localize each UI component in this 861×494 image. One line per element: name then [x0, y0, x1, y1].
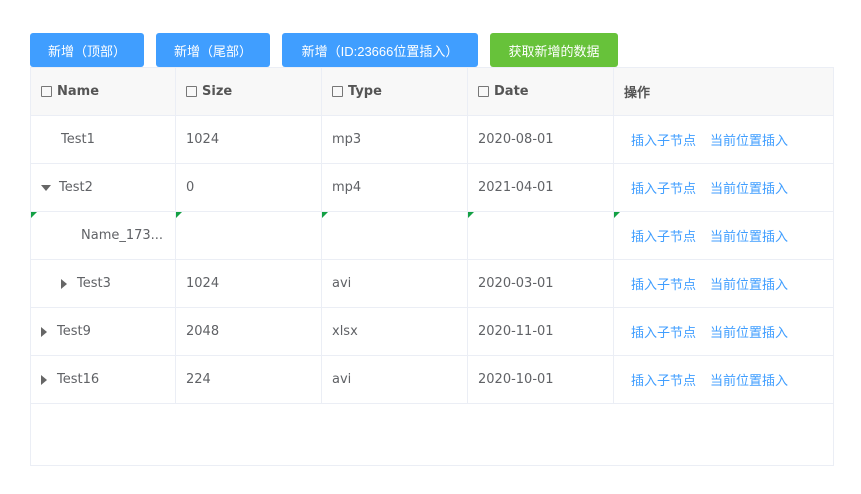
cell-size[interactable]: 0: [176, 164, 322, 211]
insert-child-link[interactable]: 插入子节点: [631, 226, 696, 245]
header-actions: 操作: [614, 68, 833, 115]
edit-icon: [478, 86, 489, 97]
cell-type[interactable]: avi: [322, 260, 468, 307]
edited-flag: [322, 212, 328, 218]
insert-here-link[interactable]: 当前位置插入: [710, 370, 788, 389]
type-text: avi: [332, 276, 352, 291]
cell-type[interactable]: xlsx: [322, 308, 468, 355]
caret-right-icon[interactable]: [41, 374, 47, 385]
insert-child-link[interactable]: 插入子节点: [631, 130, 696, 149]
table-row: Test3 1024 avi 2020-03-01 插入子节点 当前位置插入: [31, 260, 833, 308]
table-row: Test1 1024 mp3 2020-08-01 插入子节点 当前位置插入: [31, 116, 833, 164]
header-type: Type: [322, 68, 468, 115]
header-date: Date: [468, 68, 614, 115]
cell-date[interactable]: 2021-04-01: [468, 164, 614, 211]
cell-size[interactable]: 224: [176, 356, 322, 403]
name-text: Test2: [59, 180, 93, 195]
cell-actions: 插入子节点 当前位置插入: [614, 116, 833, 163]
cell-name[interactable]: Name_173...: [31, 212, 176, 259]
table-row: Test2 0 mp4 2021-04-01 插入子节点 当前位置插入: [31, 164, 833, 212]
insert-here-link[interactable]: 当前位置插入: [710, 130, 788, 149]
cell-name[interactable]: Test16: [31, 356, 176, 403]
date-text: 2020-10-01: [478, 372, 554, 387]
type-text: xlsx: [332, 324, 358, 339]
edit-icon: [41, 86, 52, 97]
cell-date[interactable]: 2020-11-01: [468, 308, 614, 355]
edited-flag: [614, 212, 620, 218]
add-at-position-button[interactable]: 新增（ID:23666位置插入）: [282, 33, 478, 67]
size-text: 224: [186, 372, 211, 387]
cell-size[interactable]: [176, 212, 322, 259]
name-text: Test1: [61, 132, 95, 147]
tree-table: Name Size Type Date 操作 Test1 1024 mp3 20…: [30, 67, 834, 466]
header-label: 操作: [624, 86, 651, 101]
type-text: mp4: [332, 180, 362, 195]
header-label: Type: [348, 84, 382, 99]
header-name: Name: [31, 68, 176, 115]
date-text: 2020-08-01: [478, 132, 554, 147]
caret-right-icon[interactable]: [41, 326, 47, 337]
insert-here-link[interactable]: 当前位置插入: [710, 178, 788, 197]
cell-actions: 插入子节点 当前位置插入: [614, 308, 833, 355]
edit-icon: [186, 86, 197, 97]
cell-name[interactable]: Test2: [31, 164, 176, 211]
cell-name[interactable]: Test1: [31, 116, 176, 163]
insert-here-link[interactable]: 当前位置插入: [710, 274, 788, 293]
insert-child-link[interactable]: 插入子节点: [631, 322, 696, 341]
edited-flag: [31, 212, 37, 218]
cell-date[interactable]: [468, 212, 614, 259]
cell-name[interactable]: Test3: [31, 260, 176, 307]
table-row: Test9 2048 xlsx 2020-11-01 插入子节点 当前位置插入: [31, 308, 833, 356]
date-text: 2020-11-01: [478, 324, 554, 339]
size-text: 2048: [186, 324, 220, 339]
cell-actions: 插入子节点 当前位置插入: [614, 212, 833, 259]
cell-date[interactable]: 2020-08-01: [468, 116, 614, 163]
cell-type[interactable]: avi: [322, 356, 468, 403]
name-text: Test9: [57, 324, 91, 339]
header-label: Date: [494, 84, 529, 99]
cell-actions: 插入子节点 当前位置插入: [614, 356, 833, 403]
cell-date[interactable]: 2020-03-01: [468, 260, 614, 307]
insert-here-link[interactable]: 当前位置插入: [710, 322, 788, 341]
insert-child-link[interactable]: 插入子节点: [631, 370, 696, 389]
cell-size[interactable]: 2048: [176, 308, 322, 355]
table-row: Name_173... 插入子节点 当前位置插入: [31, 212, 833, 260]
edited-flag: [176, 212, 182, 218]
name-text: Test16: [57, 372, 100, 387]
insert-here-link[interactable]: 当前位置插入: [710, 226, 788, 245]
size-text: 1024: [186, 132, 220, 147]
cell-type[interactable]: mp4: [322, 164, 468, 211]
add-bottom-button[interactable]: 新增（尾部）: [156, 33, 270, 67]
type-text: mp3: [332, 132, 362, 147]
cell-size[interactable]: 1024: [176, 260, 322, 307]
edit-icon: [332, 86, 343, 97]
get-new-data-button[interactable]: 获取新增的数据: [490, 33, 618, 67]
cell-actions: 插入子节点 当前位置插入: [614, 260, 833, 307]
cell-name[interactable]: Test9: [31, 308, 176, 355]
table-header: Name Size Type Date 操作: [31, 68, 833, 116]
cell-actions: 插入子节点 当前位置插入: [614, 164, 833, 211]
cell-type[interactable]: [322, 212, 468, 259]
name-text: Test3: [77, 276, 111, 291]
cell-size[interactable]: 1024: [176, 116, 322, 163]
insert-child-link[interactable]: 插入子节点: [631, 178, 696, 197]
table-row: Test16 224 avi 2020-10-01 插入子节点 当前位置插入: [31, 356, 833, 404]
date-text: 2021-04-01: [478, 180, 554, 195]
header-label: Size: [202, 84, 233, 99]
name-text: Name_173...: [81, 228, 164, 243]
cell-type[interactable]: mp3: [322, 116, 468, 163]
caret-right-icon[interactable]: [61, 278, 67, 289]
header-label: Name: [57, 84, 100, 99]
size-text: 1024: [186, 276, 220, 291]
cell-date[interactable]: 2020-10-01: [468, 356, 614, 403]
size-text: 0: [186, 180, 195, 195]
insert-child-link[interactable]: 插入子节点: [631, 274, 696, 293]
edited-flag: [468, 212, 474, 218]
date-text: 2020-03-01: [478, 276, 554, 291]
header-size: Size: [176, 68, 322, 115]
caret-down-icon[interactable]: [41, 184, 51, 191]
type-text: avi: [332, 372, 352, 387]
add-top-button[interactable]: 新增（顶部）: [30, 33, 144, 67]
